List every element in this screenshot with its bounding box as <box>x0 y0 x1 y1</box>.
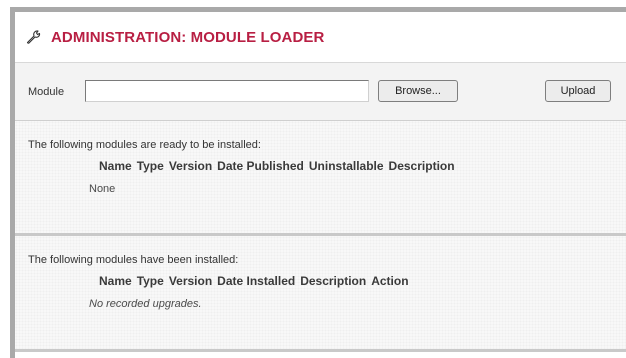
column-header-date-installed: Date Installed <box>217 274 296 288</box>
column-header-type: Type <box>136 274 164 288</box>
page-title: ADMINISTRATION: MODULE LOADER <box>51 28 325 46</box>
installed-modules-section: The following modules have been installe… <box>15 236 626 352</box>
installed-intro: The following modules have been installe… <box>28 254 239 266</box>
column-header-type: Type <box>136 159 164 173</box>
module-file-input[interactable] <box>85 80 369 102</box>
column-header-date-published: Date Published <box>217 159 304 173</box>
column-header-description: Description <box>300 274 367 288</box>
wrench-icon <box>25 29 43 45</box>
column-header-version: Version <box>168 159 213 173</box>
column-header-name: Name <box>99 159 132 173</box>
column-header-uninstallable: Uninstallable <box>308 159 384 173</box>
column-header-name: Name <box>99 274 132 288</box>
pending-column-headers: Name Type Version Date Published Uninsta… <box>99 159 455 173</box>
panel-header: ADMINISTRATION: MODULE LOADER <box>15 12 626 63</box>
installed-empty-message: No recorded upgrades. <box>89 298 202 310</box>
pending-empty-message: None <box>89 183 116 195</box>
upload-button[interactable]: Upload <box>545 80 611 102</box>
column-header-version: Version <box>168 274 213 288</box>
pending-modules-section: The following modules are ready to be in… <box>15 121 626 236</box>
installed-column-headers: Name Type Version Date Installed Descrip… <box>99 274 409 288</box>
browse-button[interactable]: Browse... <box>378 80 458 102</box>
module-loader-panel: ADMINISTRATION: MODULE LOADER Module Bro… <box>10 7 626 358</box>
module-label: Module <box>28 86 65 98</box>
pending-intro: The following modules are ready to be in… <box>28 139 261 151</box>
column-header-action: Action <box>371 274 409 288</box>
column-header-description: Description <box>388 159 455 173</box>
upload-bar: Module Browse... Upload <box>15 63 626 121</box>
